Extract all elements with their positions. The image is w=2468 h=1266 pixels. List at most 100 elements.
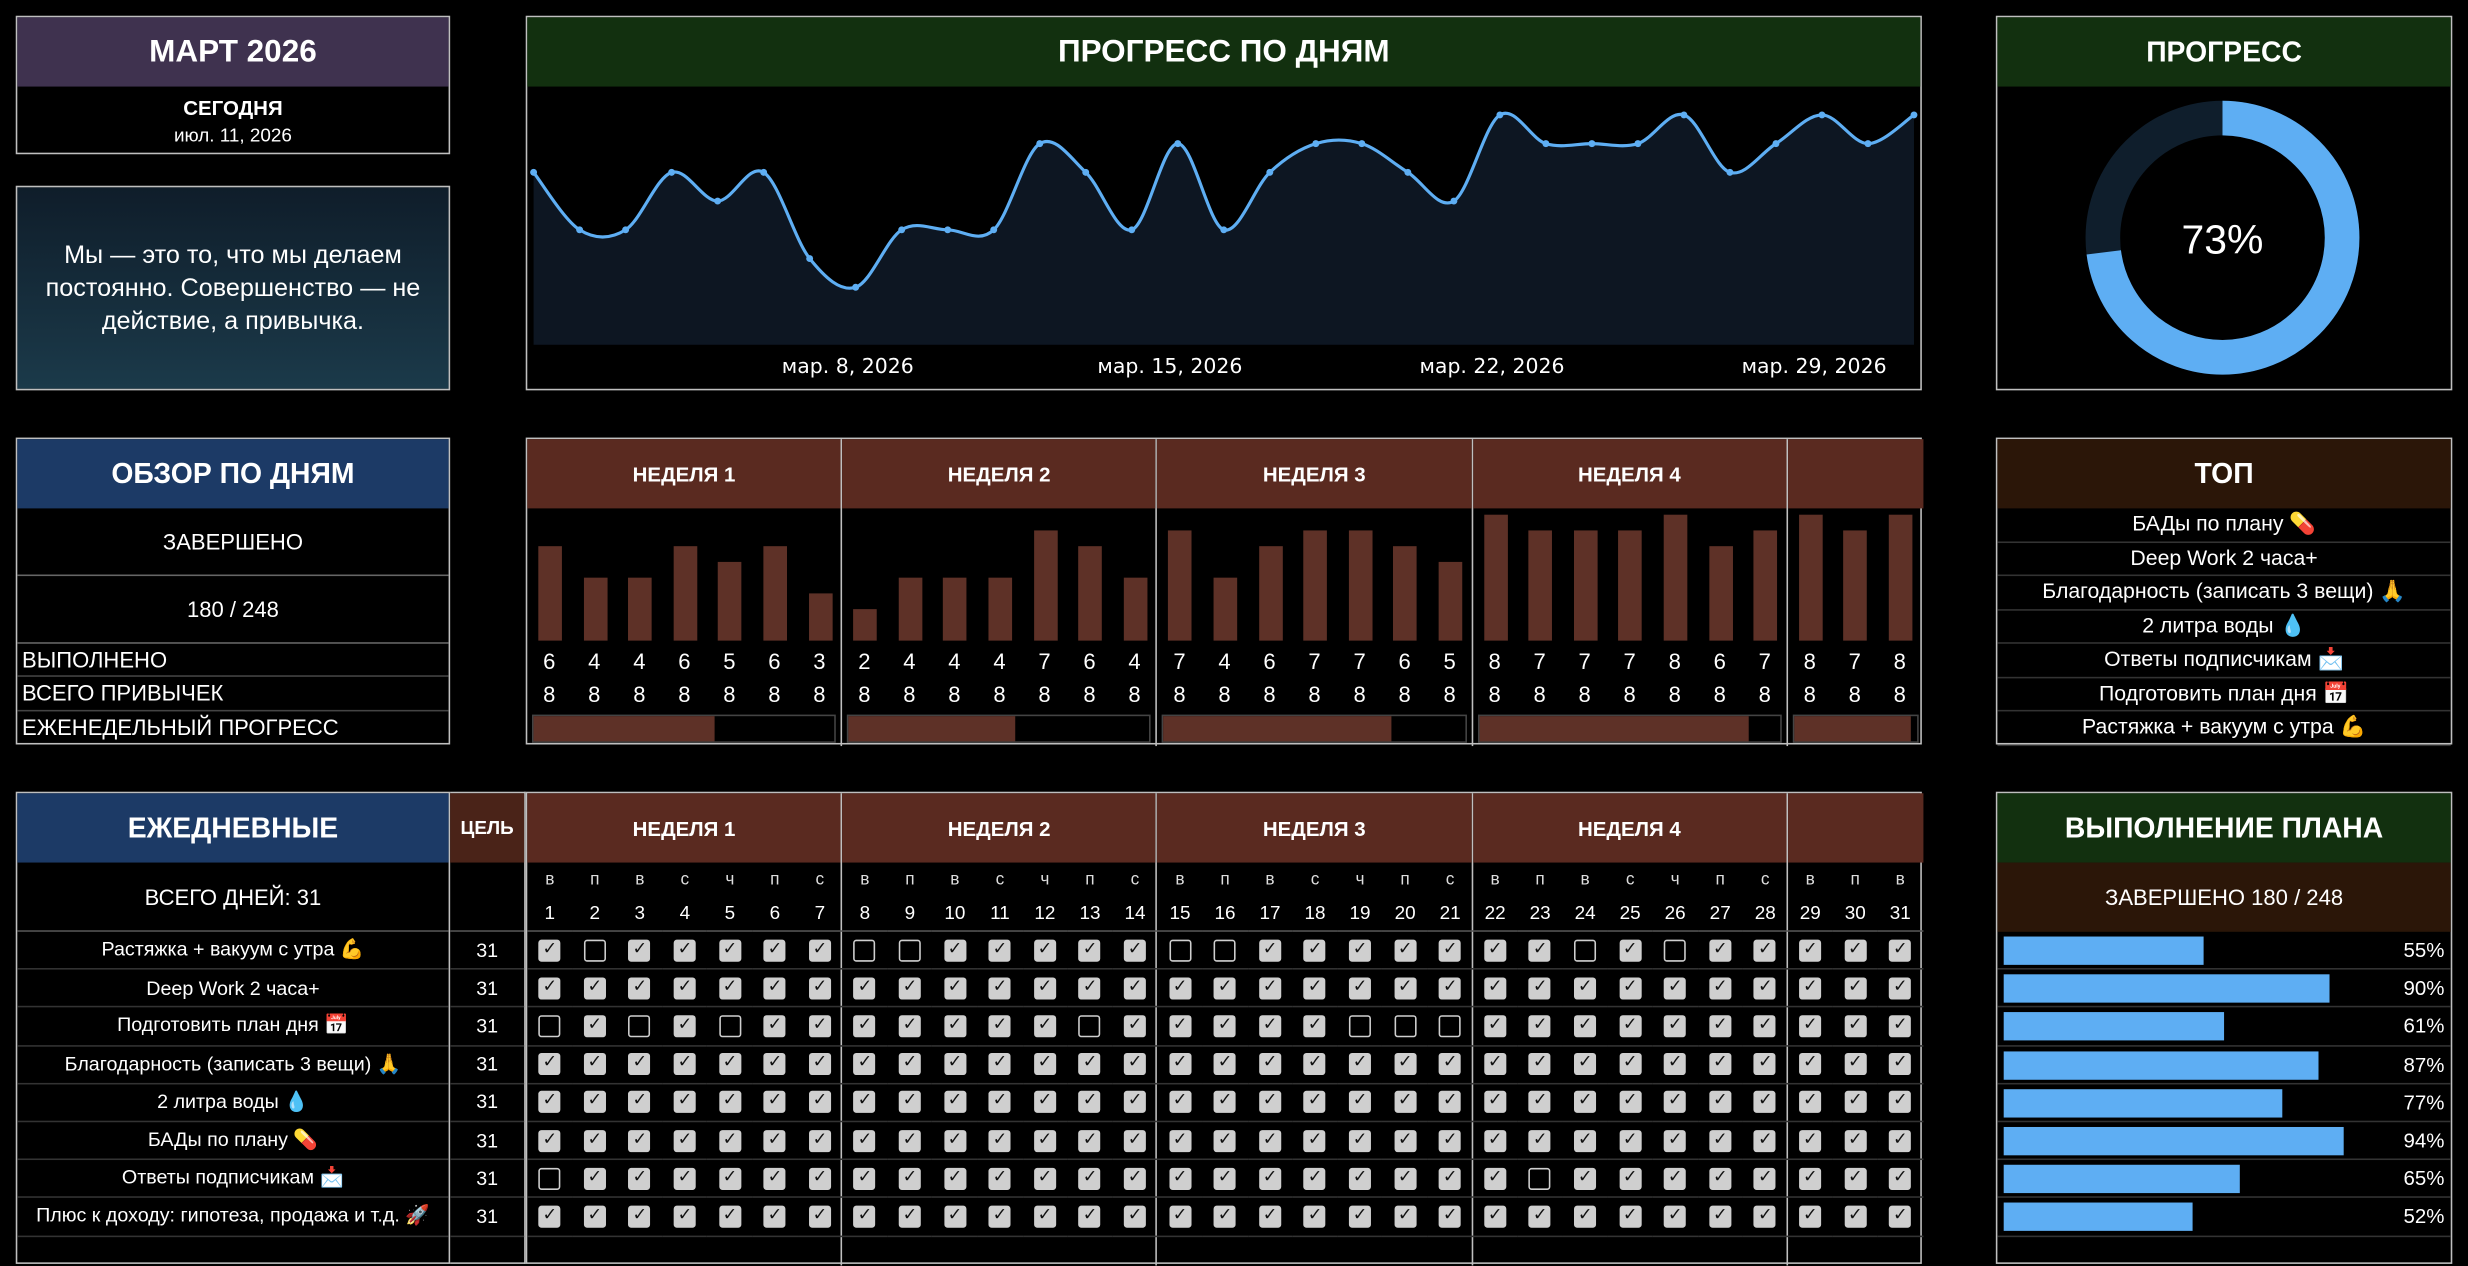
habit-checkbox[interactable]: ✓ <box>1123 1167 1146 1190</box>
habit-checkbox[interactable]: ✓ <box>1709 939 1732 962</box>
habit-checkbox[interactable]: ✓ <box>718 1129 741 1152</box>
habit-checkbox[interactable]: ✓ <box>1033 1091 1056 1114</box>
habit-checkbox[interactable]: ✓ <box>1213 1091 1237 1114</box>
habit-checkbox[interactable]: ✓ <box>763 939 786 962</box>
habit-checkbox[interactable]: ✓ <box>1078 1129 1101 1152</box>
habit-checkbox[interactable]: ✓ <box>853 1053 876 1076</box>
habit-checkbox[interactable]: ✓ <box>1304 1091 1327 1114</box>
habit-checkbox[interactable]: ✓ <box>1484 1205 1507 1228</box>
habit-checkbox[interactable]: ✓ <box>1799 1129 1822 1152</box>
habit-checkbox[interactable]: ✓ <box>1078 1053 1101 1076</box>
habit-checkbox[interactable]: ✓ <box>1123 1205 1146 1228</box>
habit-checkbox[interactable]: ✓ <box>1123 977 1146 1000</box>
habit-checkbox[interactable] <box>583 939 606 962</box>
habit-checkbox[interactable]: ✓ <box>1033 1015 1056 1038</box>
habit-checkbox[interactable]: ✓ <box>583 1205 606 1228</box>
habit-checkbox[interactable]: ✓ <box>1078 1167 1101 1190</box>
habit-checkbox[interactable]: ✓ <box>673 977 696 1000</box>
habit-checkbox[interactable]: ✓ <box>1484 1167 1507 1190</box>
habit-checkbox[interactable]: ✓ <box>943 977 966 1000</box>
habit-checkbox[interactable]: ✓ <box>1033 939 1056 962</box>
habit-checkbox[interactable]: ✓ <box>1709 1053 1732 1076</box>
habit-checkbox[interactable]: ✓ <box>1439 1167 1462 1190</box>
habit-checkbox[interactable]: ✓ <box>763 1167 786 1190</box>
habit-checkbox[interactable]: ✓ <box>1799 1205 1822 1228</box>
habit-checkbox[interactable]: ✓ <box>583 1129 606 1152</box>
habit-checkbox[interactable]: ✓ <box>1529 1205 1552 1228</box>
habit-checkbox[interactable]: ✓ <box>628 1129 651 1152</box>
habit-checkbox[interactable]: ✓ <box>988 1167 1011 1190</box>
habit-checkbox[interactable]: ✓ <box>538 1091 561 1114</box>
habit-checkbox[interactable]: ✓ <box>1574 1053 1597 1076</box>
habit-checkbox[interactable] <box>1213 939 1237 962</box>
habit-checkbox[interactable]: ✓ <box>673 939 696 962</box>
habit-checkbox[interactable] <box>898 939 921 962</box>
habit-checkbox[interactable]: ✓ <box>673 1053 696 1076</box>
habit-checkbox[interactable]: ✓ <box>763 1015 786 1038</box>
habit-checkbox[interactable]: ✓ <box>1439 939 1462 962</box>
habit-checkbox[interactable]: ✓ <box>853 1167 876 1190</box>
habit-checkbox[interactable] <box>853 939 876 962</box>
habit-checkbox[interactable]: ✓ <box>1664 1129 1687 1152</box>
habit-checkbox[interactable]: ✓ <box>538 1205 561 1228</box>
habit-checkbox[interactable]: ✓ <box>1844 1129 1867 1152</box>
habit-checkbox[interactable]: ✓ <box>1799 1167 1822 1190</box>
habit-checkbox[interactable]: ✓ <box>853 1091 876 1114</box>
habit-checkbox[interactable]: ✓ <box>1213 1167 1237 1190</box>
habit-checkbox[interactable]: ✓ <box>1619 1053 1642 1076</box>
habit-checkbox[interactable]: ✓ <box>1168 1205 1192 1228</box>
habit-checkbox[interactable]: ✓ <box>1439 1053 1462 1076</box>
habit-checkbox[interactable]: ✓ <box>1484 1129 1507 1152</box>
habit-checkbox[interactable]: ✓ <box>1529 1129 1552 1152</box>
habit-checkbox[interactable]: ✓ <box>1484 939 1507 962</box>
habit-checkbox[interactable]: ✓ <box>808 1015 831 1038</box>
habit-checkbox[interactable]: ✓ <box>1304 1053 1327 1076</box>
habit-checkbox[interactable]: ✓ <box>1529 977 1552 1000</box>
habit-checkbox[interactable]: ✓ <box>538 939 561 962</box>
habit-checkbox[interactable]: ✓ <box>1259 1129 1282 1152</box>
habit-checkbox[interactable]: ✓ <box>1619 977 1642 1000</box>
habit-checkbox[interactable]: ✓ <box>898 977 921 1000</box>
habit-checkbox[interactable]: ✓ <box>1259 939 1282 962</box>
habit-checkbox[interactable]: ✓ <box>853 1129 876 1152</box>
habit-checkbox[interactable]: ✓ <box>1754 1205 1777 1228</box>
habit-checkbox[interactable]: ✓ <box>1844 1167 1867 1190</box>
habit-checkbox[interactable]: ✓ <box>808 1053 831 1076</box>
habit-checkbox[interactable]: ✓ <box>1304 1167 1327 1190</box>
habit-checkbox[interactable]: ✓ <box>1799 1015 1822 1038</box>
habit-checkbox[interactable]: ✓ <box>1168 1167 1192 1190</box>
habit-checkbox[interactable] <box>1394 1015 1417 1038</box>
habit-checkbox[interactable]: ✓ <box>1664 1015 1687 1038</box>
habit-checkbox[interactable]: ✓ <box>1394 939 1417 962</box>
habit-checkbox[interactable]: ✓ <box>628 1091 651 1114</box>
habit-checkbox[interactable]: ✓ <box>1304 939 1327 962</box>
habit-checkbox[interactable]: ✓ <box>1889 939 1912 962</box>
habit-checkbox[interactable]: ✓ <box>1709 977 1732 1000</box>
habit-checkbox[interactable]: ✓ <box>1574 1091 1597 1114</box>
habit-checkbox[interactable]: ✓ <box>988 1091 1011 1114</box>
habit-checkbox[interactable]: ✓ <box>988 1053 1011 1076</box>
habit-checkbox[interactable]: ✓ <box>1168 977 1192 1000</box>
habit-checkbox[interactable]: ✓ <box>1078 1205 1101 1228</box>
habit-checkbox[interactable]: ✓ <box>1844 939 1867 962</box>
habit-checkbox[interactable]: ✓ <box>1304 977 1327 1000</box>
habit-checkbox[interactable]: ✓ <box>718 1053 741 1076</box>
habit-checkbox[interactable]: ✓ <box>1709 1091 1732 1114</box>
habit-checkbox[interactable]: ✓ <box>1664 1205 1687 1228</box>
habit-checkbox[interactable]: ✓ <box>1123 1129 1146 1152</box>
habit-checkbox[interactable]: ✓ <box>1213 1205 1237 1228</box>
habit-checkbox[interactable]: ✓ <box>1754 1053 1777 1076</box>
habit-checkbox[interactable]: ✓ <box>1574 1167 1597 1190</box>
habit-checkbox[interactable]: ✓ <box>1213 1015 1237 1038</box>
habit-checkbox[interactable]: ✓ <box>943 1015 966 1038</box>
habit-checkbox[interactable]: ✓ <box>1259 1053 1282 1076</box>
habit-checkbox[interactable]: ✓ <box>1574 1205 1597 1228</box>
habit-checkbox[interactable]: ✓ <box>673 1015 696 1038</box>
habit-checkbox[interactable]: ✓ <box>1889 1015 1912 1038</box>
habit-checkbox[interactable]: ✓ <box>763 1091 786 1114</box>
habit-checkbox[interactable]: ✓ <box>808 1091 831 1114</box>
habit-checkbox[interactable]: ✓ <box>583 1167 606 1190</box>
habit-checkbox[interactable]: ✓ <box>1664 1091 1687 1114</box>
habit-checkbox[interactable]: ✓ <box>808 1167 831 1190</box>
habit-checkbox[interactable]: ✓ <box>628 939 651 962</box>
